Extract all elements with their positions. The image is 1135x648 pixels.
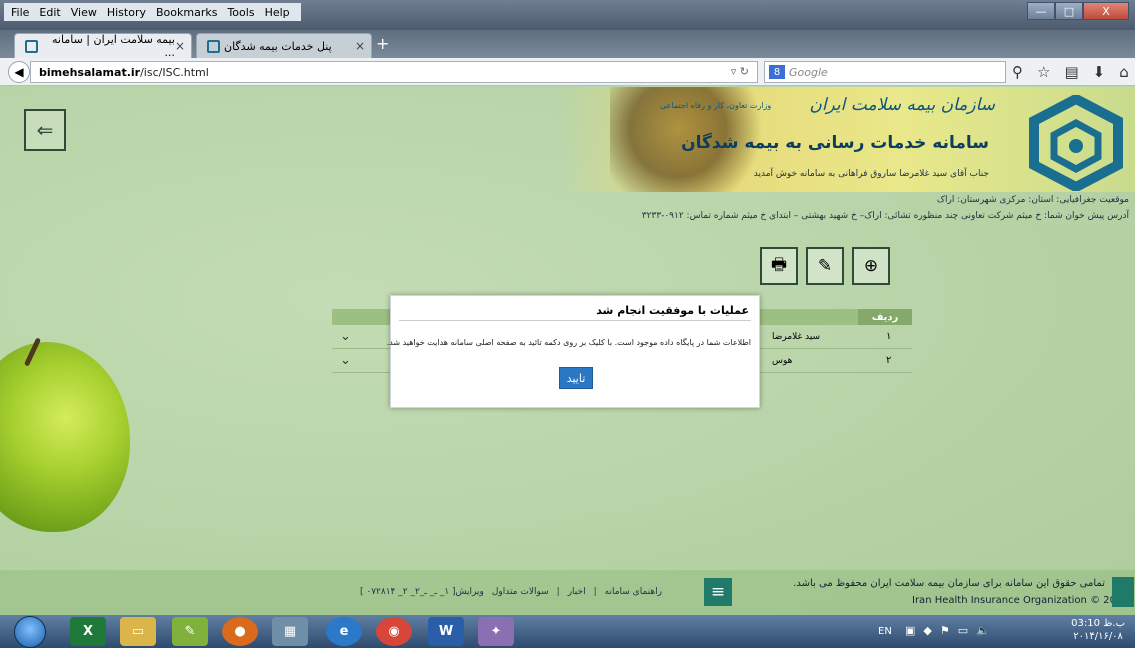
menu-view[interactable]: View <box>66 6 102 19</box>
excel-icon[interactable]: X <box>70 617 106 646</box>
tab-inactive[interactable]: پنل خدمات بیمه شدگان × <box>196 33 372 58</box>
clock-date: ۲۰۱۴/۱۶/۰۸ <box>1073 631 1123 642</box>
add-people-icon[interactable]: ⊕ <box>852 247 890 285</box>
logout-icon[interactable]: ⇐ <box>24 109 66 151</box>
menu-file[interactable]: File <box>6 6 34 19</box>
calculator-icon[interactable]: ▦ <box>272 617 308 646</box>
footer-link-guide[interactable]: راهنمای سامانه <box>605 587 662 597</box>
copyright-english: Iran Health Insurance Organization © 201… <box>912 595 1129 606</box>
row-name: سید غلامرضا <box>772 331 821 342</box>
chevron-down-icon[interactable]: ⌄ <box>340 353 351 368</box>
footer-separator: | <box>556 587 560 597</box>
tab-active[interactable]: بیمه سلامت ایران | سامانه ... × <box>14 33 192 59</box>
bookmark-star-icon[interactable]: ☆ <box>1037 63 1050 81</box>
flag-icon[interactable]: ⚑ <box>940 624 950 637</box>
row-number: ۱ <box>886 331 892 342</box>
home-icon[interactable]: ⌂ <box>1119 63 1129 81</box>
footer-version: ویرایش[ ۱_ ـ_ ـ_۲_ ۲_ ۰۷۲۸۱۴ ] <box>360 587 484 597</box>
tab-strip: بیمه سلامت ایران | سامانه ... × پنل خدما… <box>0 30 1135 59</box>
site-favicon-icon <box>207 39 220 53</box>
menu-tools[interactable]: Tools <box>222 6 259 19</box>
url-bar[interactable]: bimehsalamat.ir/isc/ISC.html ▿ ↻ <box>30 61 758 83</box>
bookmarks-list-icon[interactable]: ▤ <box>1064 63 1078 81</box>
welcome-text: جناب آقای سید غلامرضا ساروق فراهانی به س… <box>753 169 989 179</box>
maximize-button[interactable]: □ <box>1055 2 1083 20</box>
footer-link-news[interactable]: اخبار <box>568 587 586 597</box>
column-header-row: ردیف <box>858 309 912 325</box>
url-path: /isc/ISC.html <box>140 65 209 79</box>
paint-icon[interactable]: ✦ <box>478 617 514 646</box>
search-input[interactable]: 8 Google <box>764 61 1006 83</box>
firefox-icon[interactable]: ● <box>222 617 258 646</box>
apple-decoration <box>0 342 130 532</box>
url-domain: bimehsalamat.ir <box>39 65 141 79</box>
reload-icon[interactable]: ▿ ↻ <box>731 65 749 78</box>
search-placeholder: Google <box>789 65 828 79</box>
dialog-divider <box>399 320 751 321</box>
new-tab-button[interactable]: + <box>376 34 389 53</box>
leaf-app-icon[interactable]: ✎ <box>172 617 208 646</box>
organization-logo <box>1029 95 1123 191</box>
footer-separator: | <box>593 587 597 597</box>
site-favicon-icon <box>25 39 38 53</box>
org-title: سازمان بیمه سلامت ایران <box>809 95 995 115</box>
footer-menu-icon[interactable]: ≡ <box>704 578 732 606</box>
menu-bookmarks[interactable]: Bookmarks <box>151 6 222 19</box>
google-icon: 8 <box>769 65 785 79</box>
footer: ≡ راهنمای سامانه | اخبار | سوالات متداول… <box>0 570 1135 615</box>
clock-time: 03:10 ب.ظ <box>1071 618 1125 629</box>
minimize-button[interactable]: — <box>1027 2 1055 20</box>
footer-logo <box>1112 577 1134 607</box>
monitor-icon[interactable]: ▭ <box>958 624 968 637</box>
address-info: آدرس پیش خوان شما: خ میثم شرکت تعاونی چن… <box>641 211 1129 221</box>
tab-close-icon[interactable]: × <box>175 39 185 53</box>
dialog-message: اطلاعات شما در پایگاه داده موجود است. با… <box>386 338 751 347</box>
menu-help[interactable]: Help <box>260 6 295 19</box>
menu-history[interactable]: History <box>102 6 151 19</box>
network-icon[interactable]: ▣ <box>905 624 915 637</box>
shield-icon[interactable]: ◆ <box>923 624 931 637</box>
window-controls: — □ X <box>1027 2 1129 20</box>
download-icon[interactable]: ⬇ <box>1093 63 1106 81</box>
tab-label: بیمه سلامت ایران | سامانه ... <box>52 33 175 59</box>
language-indicator[interactable]: EN <box>878 626 892 637</box>
close-window-button[interactable]: X <box>1083 2 1129 20</box>
chrome-icon[interactable]: ◉ <box>376 617 412 646</box>
url-text: bimehsalamat.ir/isc/ISC.html <box>39 66 209 79</box>
start-button-icon[interactable] <box>14 616 46 648</box>
file-explorer-icon[interactable]: ▭ <box>120 617 156 646</box>
confirm-button[interactable]: تایید <box>559 367 593 389</box>
success-dialog: عملیات با موفقیت انجام شد اطلاعات شما در… <box>386 295 760 408</box>
location-info: موقعیت جغرافیایی: استان: مرکزی شهرستان: … <box>936 195 1129 205</box>
internet-explorer-icon[interactable]: e <box>326 617 362 646</box>
clock[interactable]: 03:10 ب.ظ ۲۰۱۴/۱۶/۰۸ <box>1071 617 1125 643</box>
row-number: ۲ <box>886 355 892 366</box>
volume-icon[interactable]: 🔈 <box>976 624 990 637</box>
word-icon[interactable]: W <box>428 617 464 646</box>
action-toolbar: 🖶 ✎ ⊕ <box>760 247 890 285</box>
footer-links: راهنمای سامانه | اخبار | سوالات متداول و… <box>360 587 662 597</box>
tab-label: پنل خدمات بیمه شدگان <box>224 39 332 53</box>
tab-close-icon[interactable]: × <box>355 39 365 53</box>
org-subtitle: وزارت تعاون، کار و رفاه اجتماعی <box>660 101 772 110</box>
search-icon[interactable]: ⚲ <box>1012 63 1023 81</box>
menu-edit[interactable]: Edit <box>34 6 65 19</box>
chevron-down-icon[interactable]: ⌄ <box>340 329 351 344</box>
menu-bar: File Edit View History Bookmarks Tools H… <box>4 3 301 21</box>
edit-family-icon[interactable]: ✎ <box>806 247 844 285</box>
dialog-title: عملیات با موفقیت انجام شد <box>596 304 749 317</box>
page-content: ⇐ سازمان بیمه سلامت ایران وزارت تعاون، ک… <box>0 87 1135 615</box>
system-tray: ▣ ◆ ⚑ ▭ 🔈 <box>905 624 990 637</box>
windows-taskbar: X ▭ ✎ ● ▦ e ◉ W ✦ EN ▣ ◆ ⚑ ▭ 🔈 03:10 ب.ظ… <box>0 615 1135 648</box>
window-titlebar: File Edit View History Bookmarks Tools H… <box>0 0 1135 30</box>
navigation-bar: ◀ bimehsalamat.ir/isc/ISC.html ▿ ↻ 8 Goo… <box>0 58 1135 86</box>
copyright-persian: تمامی حقوق این سامانه برای سازمان بیمه س… <box>793 578 1105 589</box>
row-name: هوس <box>772 355 793 366</box>
back-arrow-icon[interactable]: ◀ <box>8 61 30 83</box>
print-icon[interactable]: 🖶 <box>760 247 798 285</box>
toolbar-icons: ⚲ ☆ ▤ ⬇ ⌂ ≡ <box>1012 63 1135 81</box>
footer-link-faq[interactable]: سوالات متداول <box>492 587 549 597</box>
system-title: سامانه خدمات رسانی به بیمه شدگان <box>681 133 989 153</box>
